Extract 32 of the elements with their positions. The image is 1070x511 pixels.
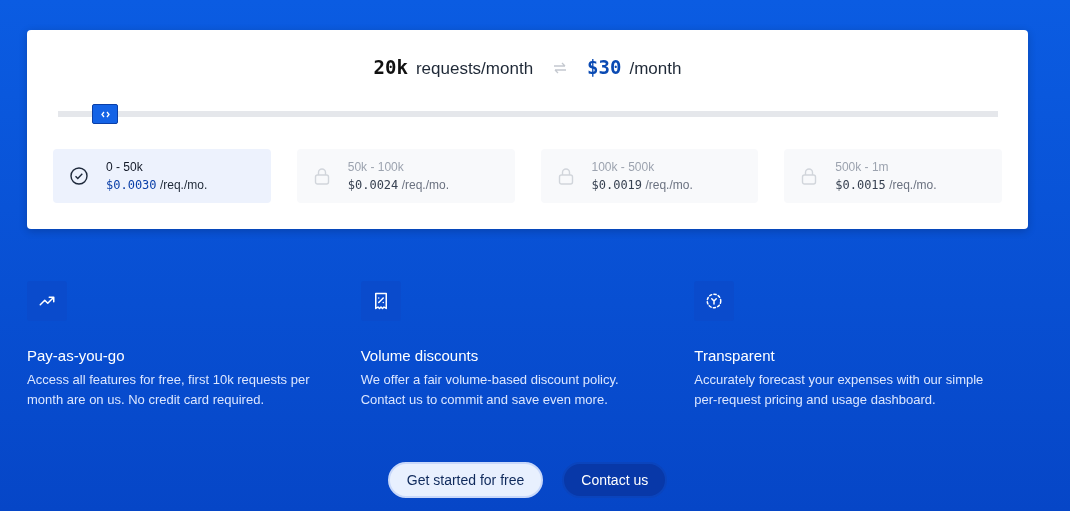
feature-description: Accurately forecast your expenses with our simple per-request pricing and usage dashboard. (694, 371, 985, 409)
scan-icon (705, 292, 724, 310)
tier-range: 500k - 1m (835, 160, 890, 174)
pricing-tier[interactable]: 100k - 500k $0.0019 /req./mo. (540, 149, 759, 203)
tier-price: $0.0019 /req./mo. (591, 178, 693, 192)
feature-description: Access all features for free, first 10k requests per month are on us. No credit card required. (27, 371, 311, 409)
tier-range: 50k - 100k (347, 160, 405, 174)
tier-price: $0.0024 /req./mo. (347, 178, 450, 192)
monthly-price: $30 (587, 56, 622, 78)
tier-range: 100k - 500k (591, 160, 656, 174)
request-count: 20k (373, 56, 408, 78)
lock-icon (313, 167, 330, 185)
lock-icon (801, 167, 818, 185)
price-unit: /month (629, 59, 682, 79)
slider-handle[interactable] (92, 104, 118, 124)
feature-title: Volume discounts (360, 347, 480, 364)
lock-icon (557, 167, 574, 185)
pricing-tier[interactable]: 50k - 100k $0.0024 /req./mo. (296, 149, 515, 203)
feature-title: Transparent (694, 347, 776, 364)
feature-title: Pay-as-you-go (27, 347, 126, 364)
requests-unit: requests/month (415, 59, 534, 79)
tier-price: $0.0030 /req./mo. (106, 178, 208, 192)
tier-price: $0.0015 /req./mo. (835, 178, 937, 192)
check-circle-icon (70, 167, 88, 185)
get-started-button[interactable]: Get started for free (387, 462, 544, 498)
contact-button[interactable]: Contact us (562, 462, 668, 498)
swap-arrows-icon (553, 62, 568, 74)
pricing-tier[interactable]: 0 - 50k $0.0030 /req./mo. (53, 149, 271, 203)
tier-range: 0 - 50k (106, 160, 144, 174)
feature-description: We offer a fair volume-based discount policy. Contact us to commit and save even more. (360, 371, 620, 409)
pricing-tier[interactable]: 500k - 1m $0.0015 /req./mo. (784, 149, 1002, 203)
code-arrows-icon (100, 110, 110, 118)
